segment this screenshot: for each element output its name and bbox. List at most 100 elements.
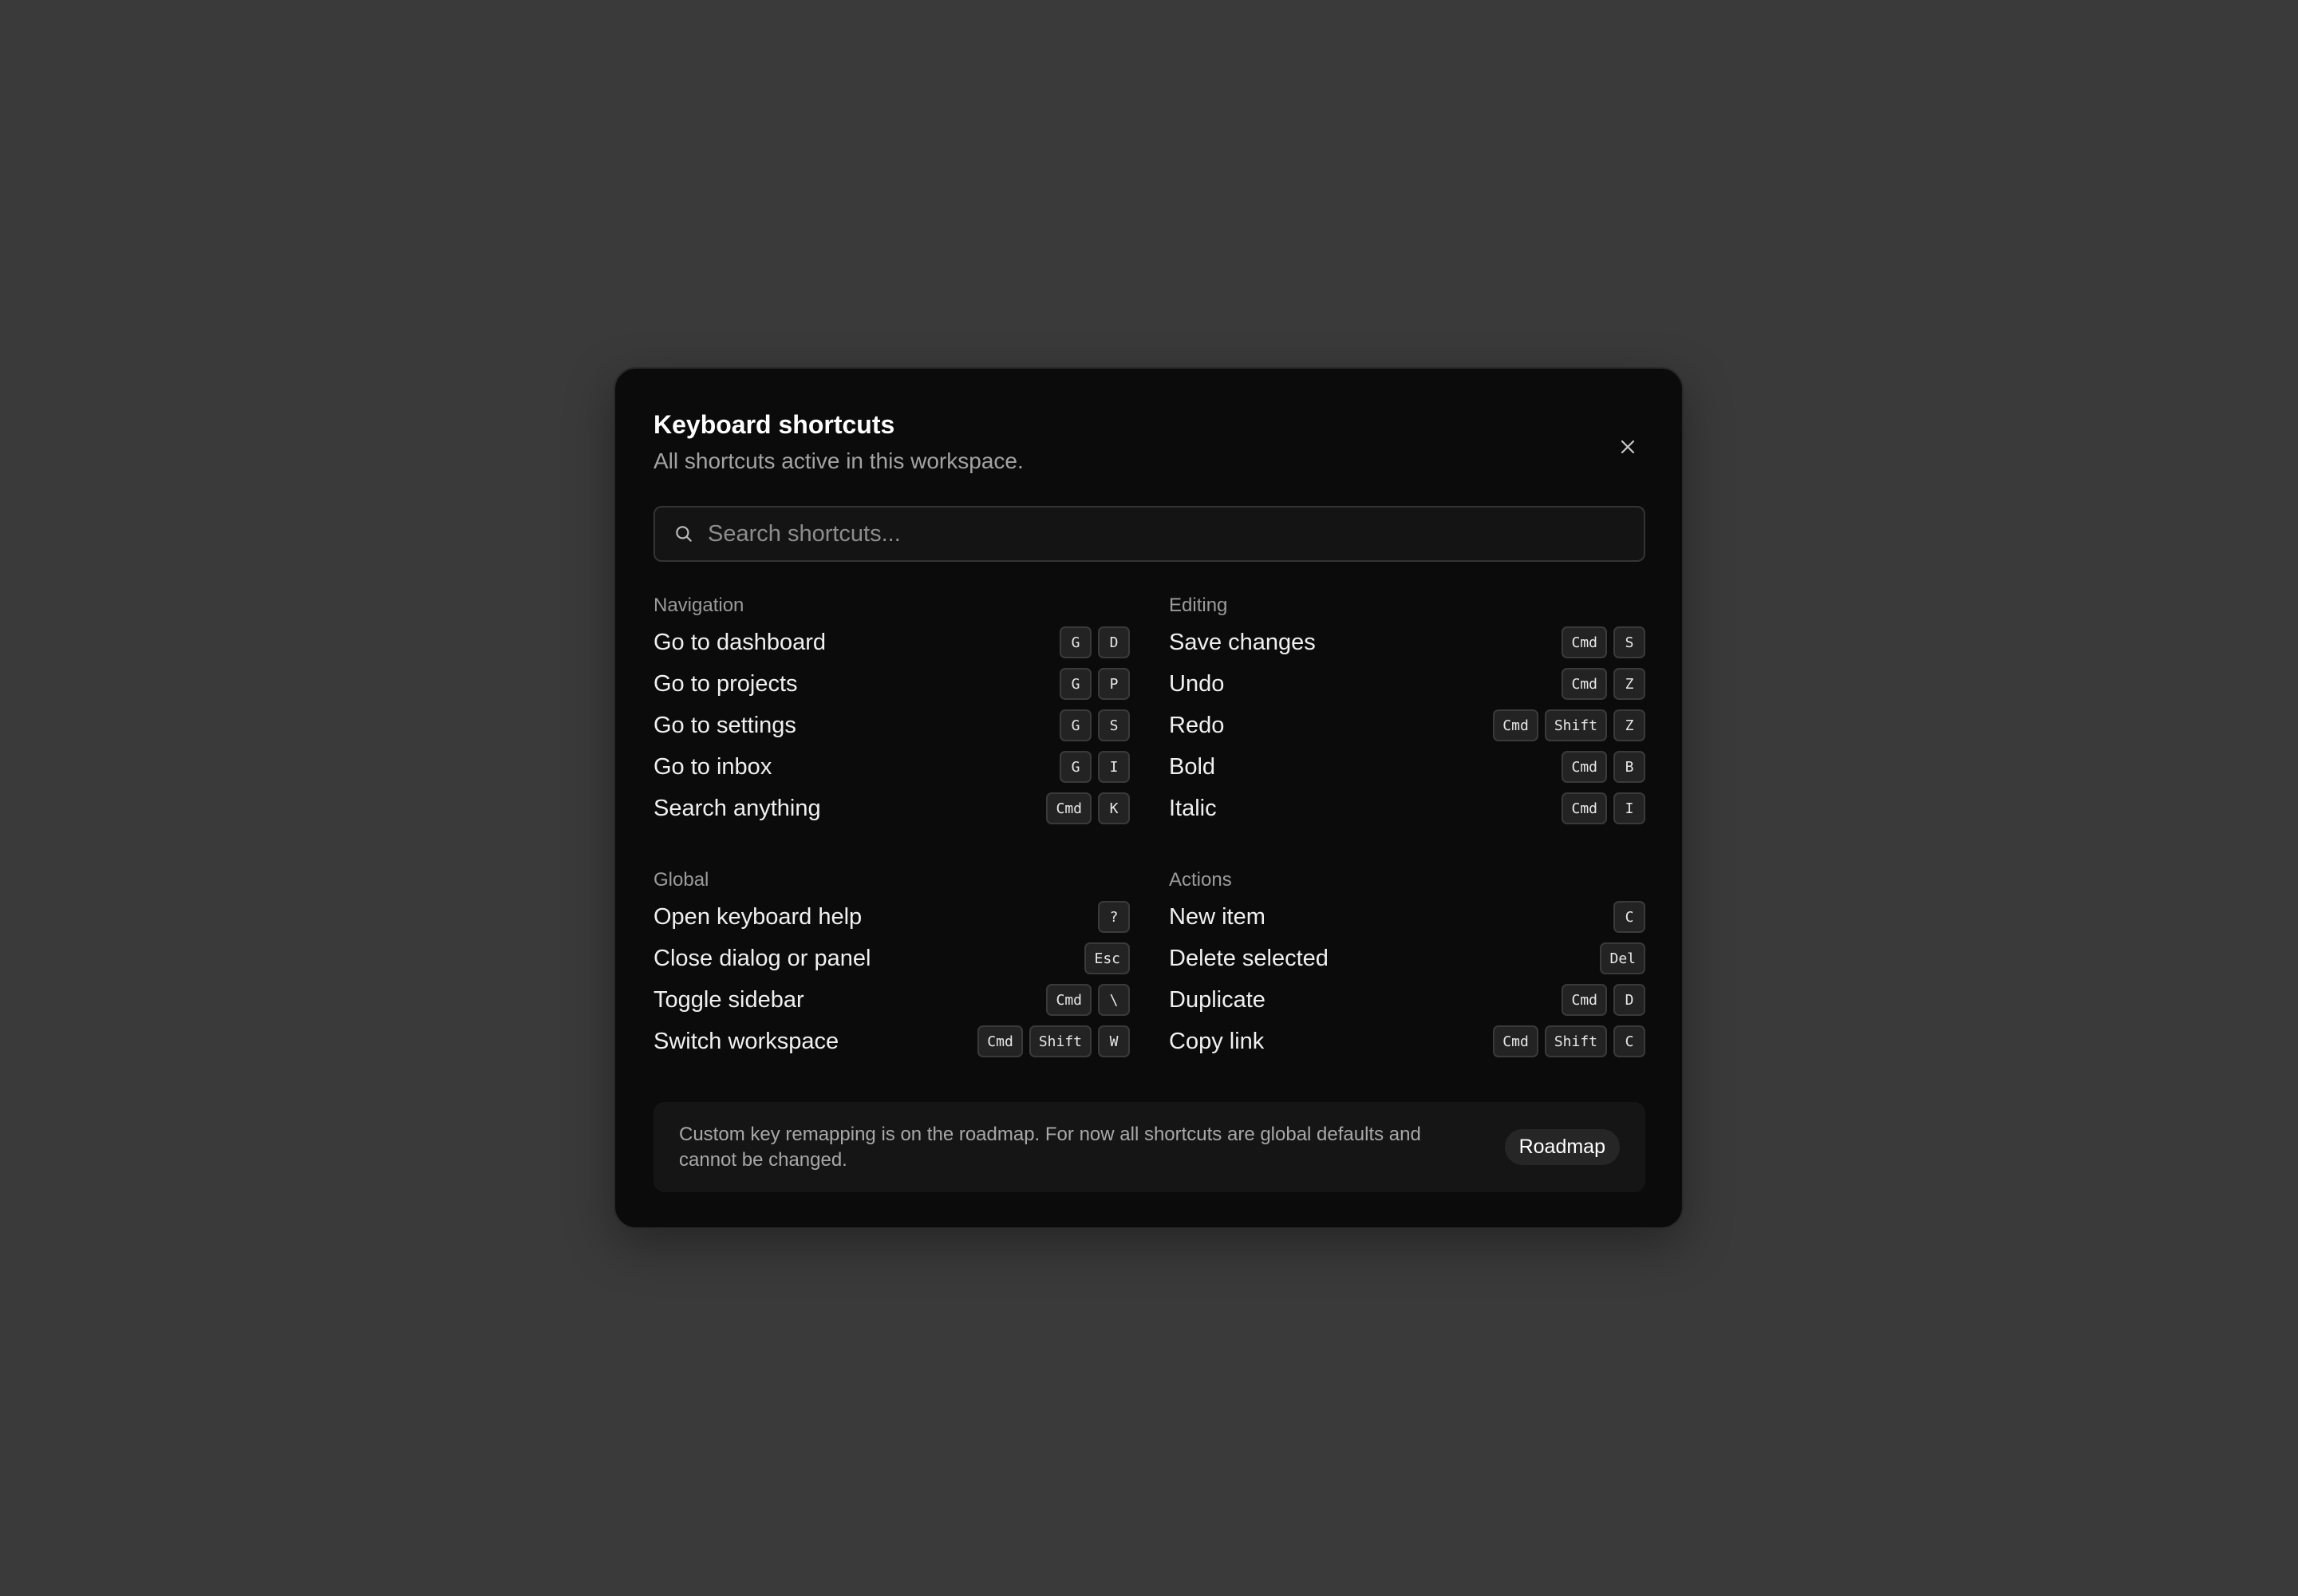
key-cap: P <box>1098 668 1130 700</box>
key-cap: Cmd <box>1493 1025 1538 1057</box>
shortcut-label: Copy link <box>1169 1028 1265 1054</box>
shortcut-keys: Cmd Shift Z <box>1493 709 1645 741</box>
shortcut-label: Italic <box>1169 795 1217 821</box>
key-cap: K <box>1098 792 1130 824</box>
roadmap-button[interactable]: Roadmap <box>1504 1129 1620 1165</box>
shortcut-keys: Cmd D <box>1562 984 1645 1016</box>
key-cap: Shift <box>1544 709 1607 741</box>
shortcut-label: Switch workspace <box>653 1028 839 1054</box>
section-editing: Editing Save changes Cmd S Undo Cmd Z Redo Cmd Sh… <box>1169 593 1645 829</box>
key-cap: C <box>1613 901 1645 933</box>
key-cap: Cmd <box>1562 668 1607 700</box>
shortcut-label: Close dialog or panel <box>653 945 871 971</box>
shortcut-row: Redo Cmd Shift Z <box>1169 705 1645 746</box>
shortcut-keys: Cmd Z <box>1562 668 1645 700</box>
key-cap: B <box>1613 751 1645 783</box>
shortcut-row: Switch workspace Cmd Shift W <box>653 1021 1130 1062</box>
shortcut-row: Go to dashboard G D <box>653 622 1130 663</box>
key-cap: G <box>1060 709 1092 741</box>
shortcut-keys: Del <box>1600 942 1645 974</box>
shortcut-label: Go to dashboard <box>653 629 827 655</box>
search-input[interactable] <box>708 520 1625 547</box>
shortcut-row: Save changes Cmd S <box>1169 622 1645 663</box>
shortcut-keys: Cmd B <box>1562 751 1645 783</box>
close-button[interactable] <box>1612 431 1644 463</box>
key-cap: C <box>1613 1025 1645 1057</box>
key-cap: ? <box>1098 901 1130 933</box>
shortcut-keys: Cmd \ <box>1046 984 1130 1016</box>
shortcut-keys: GS <box>1060 709 1130 741</box>
key-cap: Cmd <box>1562 792 1607 824</box>
shortcut-keys: GP <box>1060 668 1130 700</box>
footer-text: Custom key remapping is on the roadmap. … <box>679 1123 1421 1171</box>
key-cap: W <box>1098 1025 1130 1057</box>
key-cap: Cmd <box>1046 792 1092 824</box>
shortcut-row: Toggle sidebar Cmd \ <box>653 979 1130 1021</box>
shortcut-keys: GD <box>1060 626 1130 658</box>
shortcut-label: Go to settings <box>653 712 796 738</box>
key-cap: G <box>1060 626 1092 658</box>
shortcut-row: Undo Cmd Z <box>1169 663 1645 705</box>
shortcut-row: Go to settings G S <box>653 705 1130 746</box>
section-title: Editing <box>1169 595 1228 616</box>
shortcut-row: Open keyboard help? <box>653 896 1130 938</box>
shortcut-row: Bold Cmd B <box>1169 746 1645 788</box>
close-icon <box>1621 440 1635 454</box>
key-cap: Cmd <box>1562 626 1607 658</box>
shortcut-keys: Cmd K <box>1046 792 1130 824</box>
key-cap: Cmd <box>1046 984 1092 1016</box>
key-cap: Z <box>1613 668 1645 700</box>
key-cap: Cmd <box>1493 709 1538 741</box>
key-cap: S <box>1098 709 1130 741</box>
key-cap: Cmd <box>1562 751 1607 783</box>
dialog-title: Keyboard shortcuts <box>653 410 895 439</box>
shortcut-label: Duplicate <box>1169 986 1265 1013</box>
shortcut-keys: Esc <box>1084 942 1130 974</box>
key-cap: Shift <box>1029 1025 1092 1057</box>
section-actions: Actions New item C Delete selected Del Duplic… <box>1169 867 1645 1062</box>
shortcut-keys: Cmd S <box>1562 626 1645 658</box>
section-title: Actions <box>1169 869 1232 891</box>
key-cap: S <box>1613 626 1645 658</box>
key-cap: D <box>1613 984 1645 1016</box>
key-cap: G <box>1060 751 1092 783</box>
shortcut-keys: Cmd Shift C <box>1493 1025 1645 1057</box>
shortcut-label: Redo <box>1169 712 1225 738</box>
shortcut-label: Undo <box>1169 670 1225 697</box>
shortcut-row: Duplicate Cmd D <box>1169 979 1645 1021</box>
shortcut-row: Close dialog or panel Esc <box>653 938 1130 979</box>
shortcut-label: Delete selected <box>1169 945 1329 971</box>
search-field[interactable] <box>653 506 1645 562</box>
key-cap: Cmd <box>977 1025 1023 1057</box>
key-cap: Del <box>1600 942 1645 974</box>
shortcut-label: Open keyboard help <box>653 903 863 930</box>
shortcut-keys: GI <box>1060 751 1130 783</box>
key-cap: Z <box>1613 709 1645 741</box>
shortcut-row: Delete selected Del <box>1169 938 1645 979</box>
key-cap: G <box>1060 668 1092 700</box>
shortcut-label: Search anything <box>653 795 821 821</box>
dialog-header: Keyboard shortcuts All shortcuts active … <box>653 409 1024 477</box>
shortcut-label: Save changes <box>1169 629 1316 655</box>
key-cap: D <box>1098 626 1130 658</box>
search-icon <box>673 523 695 545</box>
shortcut-keys: ? <box>1098 901 1130 933</box>
shortcut-label: New item <box>1169 903 1265 930</box>
keyboard-shortcuts-dialog: Keyboard shortcuts All shortcuts active … <box>614 367 1684 1229</box>
shortcut-row: Go to projects G P <box>653 663 1130 705</box>
shortcut-row: Copy link Cmd Shift C <box>1169 1021 1645 1062</box>
shortcut-label: Toggle sidebar <box>653 986 804 1013</box>
section-title: Navigation <box>653 595 744 616</box>
section-global: Global Open keyboard help? Close dialog or… <box>653 867 1130 1062</box>
dialog-subtitle: All shortcuts active in this workspace. <box>653 448 1024 473</box>
shortcut-row: Search anything Cmd K <box>653 788 1130 829</box>
key-cap: I <box>1098 751 1130 783</box>
shortcut-row: Italic Cmd I <box>1169 788 1645 829</box>
section-navigation: Navigation Go to dashboard G D Go to project… <box>653 593 1130 829</box>
shortcut-label: Bold <box>1169 753 1216 780</box>
shortcut-keys: Cmd I <box>1562 792 1645 824</box>
shortcut-keys: Cmd Shift W <box>977 1025 1130 1057</box>
shortcut-row: New item C <box>1169 896 1645 938</box>
key-cap: I <box>1613 792 1645 824</box>
key-cap: Esc <box>1084 942 1130 974</box>
